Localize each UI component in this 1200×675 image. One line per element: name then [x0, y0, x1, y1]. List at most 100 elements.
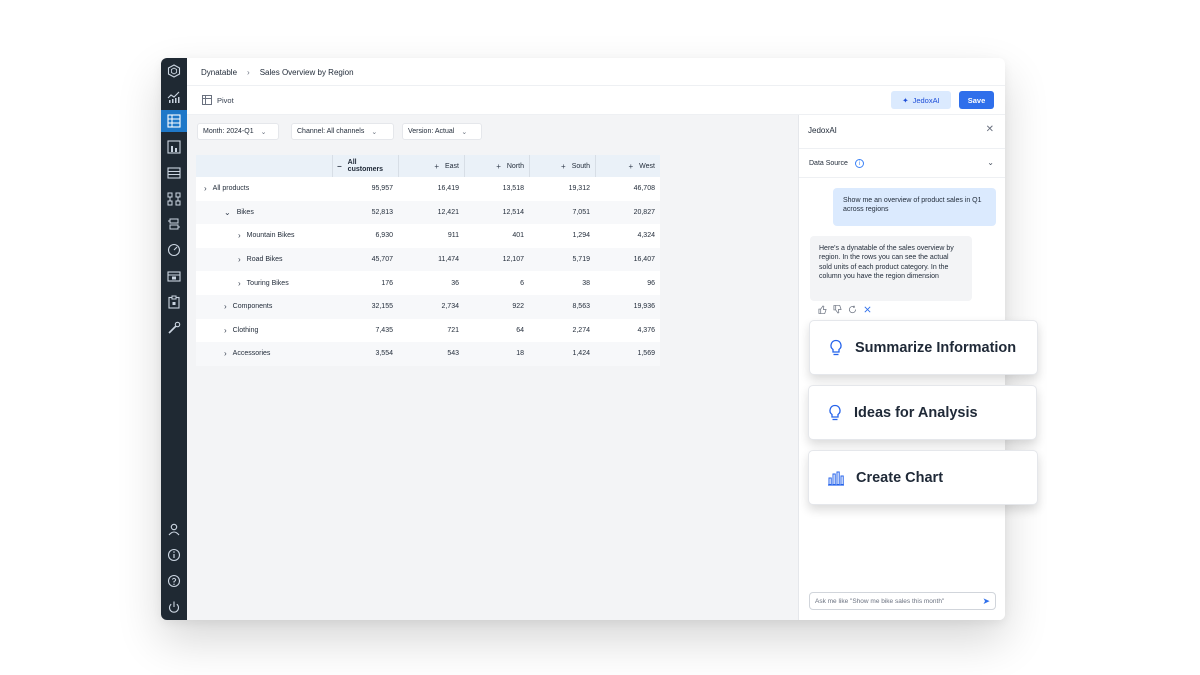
- table-cell[interactable]: 38: [582, 271, 590, 295]
- calendar-icon[interactable]: [161, 265, 187, 287]
- help-icon[interactable]: [161, 570, 187, 592]
- row-label[interactable]: › Accessories: [224, 342, 270, 366]
- table-cell[interactable]: 8,563: [572, 295, 590, 319]
- table-cell[interactable]: 1,424: [572, 342, 590, 366]
- table-cell[interactable]: 11,474: [438, 248, 459, 272]
- expand-row-icon[interactable]: ›: [224, 326, 227, 335]
- table-cell[interactable]: 45,707: [372, 248, 393, 272]
- expand-icon[interactable]: +: [629, 162, 634, 171]
- table-cell[interactable]: 95,957: [372, 177, 393, 201]
- expand-icon[interactable]: +: [496, 162, 501, 171]
- table-cell[interactable]: 20,827: [634, 201, 655, 225]
- table-cell[interactable]: 16,419: [438, 177, 459, 201]
- card-create-chart[interactable]: Create Chart: [808, 450, 1038, 505]
- user-icon[interactable]: [161, 518, 187, 540]
- collapse-row-icon[interactable]: ⌄: [224, 208, 231, 217]
- column-header-west[interactable]: + West: [595, 155, 660, 177]
- table-cell[interactable]: 19,312: [569, 177, 590, 201]
- table-cell[interactable]: 52,813: [372, 201, 393, 225]
- row-label[interactable]: › Mountain Bikes: [238, 224, 295, 248]
- column-header-all-customers[interactable]: − All customers: [332, 155, 398, 177]
- pivot-button[interactable]: Pivot: [202, 95, 234, 105]
- table-cell[interactable]: 5,719: [572, 248, 590, 272]
- table-cell[interactable]: 19,936: [634, 295, 655, 319]
- table-cell[interactable]: 721: [447, 319, 459, 343]
- table-cell[interactable]: 4,324: [637, 224, 655, 248]
- model-icon[interactable]: [161, 188, 187, 210]
- table-cell[interactable]: 543: [447, 342, 459, 366]
- column-header-east[interactable]: + East: [398, 155, 464, 177]
- table-cell[interactable]: 32,155: [372, 295, 393, 319]
- column-header-south[interactable]: + South: [529, 155, 595, 177]
- row-label[interactable]: › Road Bikes: [238, 248, 282, 272]
- dashboard-icon[interactable]: [161, 239, 187, 261]
- table-cell[interactable]: 46,708: [634, 177, 655, 201]
- chevron-down-icon[interactable]: ⌄: [987, 158, 994, 167]
- table-cell[interactable]: 12,514: [503, 201, 524, 225]
- row-label[interactable]: › Touring Bikes: [238, 271, 289, 295]
- filter-channel[interactable]: Channel: All channels ⌄: [291, 123, 394, 140]
- table-cell[interactable]: 64: [516, 319, 524, 343]
- table-cell[interactable]: 1,294: [572, 224, 590, 248]
- table-cell[interactable]: 401: [512, 224, 524, 248]
- table-cell[interactable]: 176: [381, 271, 393, 295]
- info-icon[interactable]: i: [854, 159, 864, 168]
- expand-icon[interactable]: +: [434, 162, 439, 171]
- table-cell[interactable]: 2,274: [572, 319, 590, 343]
- table-cell[interactable]: 6: [520, 271, 524, 295]
- table-cell[interactable]: 1,569: [637, 342, 655, 366]
- table-cell[interactable]: 2,734: [441, 295, 459, 319]
- expand-icon[interactable]: +: [561, 162, 566, 171]
- save-button[interactable]: Save: [959, 91, 994, 109]
- info-icon[interactable]: [161, 544, 187, 566]
- expand-row-icon[interactable]: ›: [224, 349, 227, 358]
- table-view-icon[interactable]: [161, 110, 187, 132]
- report-icon[interactable]: [161, 136, 187, 158]
- refresh-icon[interactable]: [848, 305, 857, 314]
- clipboard-icon[interactable]: [161, 291, 187, 313]
- table-cell[interactable]: 13,518: [503, 177, 524, 201]
- table-cell[interactable]: 18: [516, 342, 524, 366]
- table-cell[interactable]: 12,421: [438, 201, 459, 225]
- analytics-icon[interactable]: [161, 86, 187, 108]
- row-label[interactable]: › Clothing: [224, 319, 258, 343]
- card-ideas-for-analysis[interactable]: Ideas for Analysis: [808, 385, 1037, 440]
- power-icon[interactable]: [161, 596, 187, 618]
- table-cell[interactable]: 6,930: [375, 224, 393, 248]
- integrator-icon[interactable]: [161, 213, 187, 235]
- table-cell[interactable]: 36: [451, 271, 459, 295]
- ask-input[interactable]: Ask me like "Show me bike sales this mon…: [809, 592, 996, 610]
- table-cell[interactable]: 3,554: [375, 342, 393, 366]
- table-cell[interactable]: 922: [512, 295, 524, 319]
- table-cell[interactable]: 911: [448, 224, 459, 248]
- table-cell[interactable]: 16,407: [634, 248, 655, 272]
- table-cell[interactable]: 4,376: [637, 319, 655, 343]
- column-header-north[interactable]: + North: [464, 155, 529, 177]
- wrench-icon[interactable]: [161, 317, 187, 339]
- filter-month[interactable]: Month: 2024-Q1 ⌄: [197, 123, 279, 140]
- jedoxai-button[interactable]: ✦ JedoxAI: [891, 91, 951, 109]
- collapse-icon[interactable]: −: [337, 162, 342, 171]
- thumbs-up-icon[interactable]: [818, 305, 827, 314]
- breadcrumb-root[interactable]: Dynatable: [201, 68, 237, 77]
- close-icon[interactable]: ✕: [986, 124, 994, 135]
- database-icon[interactable]: [161, 162, 187, 184]
- expand-row-icon[interactable]: ›: [238, 255, 241, 264]
- table-cell[interactable]: 7,435: [375, 319, 393, 343]
- table-cell[interactable]: 7,051: [572, 201, 590, 225]
- row-label[interactable]: › Components: [224, 295, 272, 319]
- table-cell[interactable]: 96: [647, 271, 655, 295]
- row-label[interactable]: ⌄ Bikes: [224, 201, 254, 225]
- thumbs-down-icon[interactable]: [833, 305, 842, 314]
- close-icon[interactable]: [863, 305, 872, 314]
- expand-row-icon[interactable]: ›: [224, 302, 227, 311]
- data-source-section[interactable]: Data Source i ⌄: [799, 148, 1005, 178]
- expand-row-icon[interactable]: ›: [238, 279, 241, 288]
- send-icon[interactable]: ➤: [982, 596, 990, 607]
- expand-row-icon[interactable]: ›: [238, 231, 241, 240]
- card-summarize-information[interactable]: Summarize Information: [809, 320, 1038, 375]
- row-label[interactable]: › All products: [204, 177, 249, 201]
- table-cell[interactable]: 12,107: [503, 248, 524, 272]
- logo-icon[interactable]: [161, 60, 187, 82]
- filter-version[interactable]: Version: Actual ⌄: [402, 123, 482, 140]
